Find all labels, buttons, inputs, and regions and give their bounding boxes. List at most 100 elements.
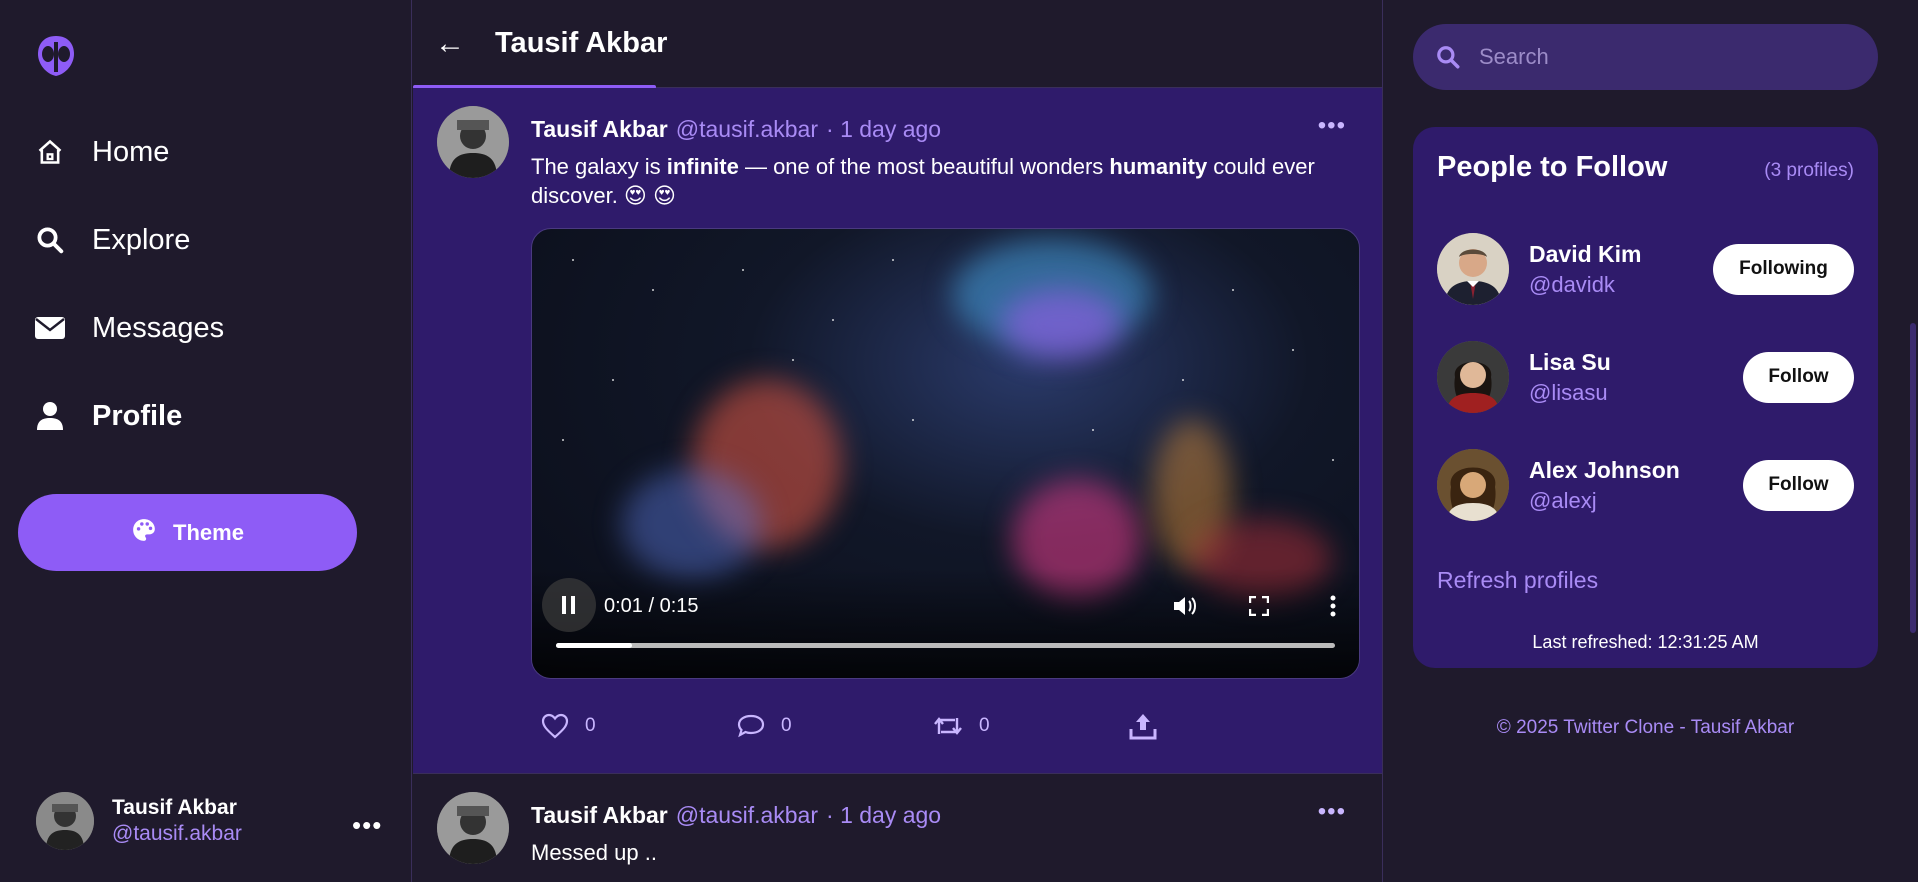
avatar[interactable] (1437, 233, 1509, 305)
star (562, 439, 564, 441)
post[interactable]: ••• Tausif Akbar @tausif.akbar · 1 day a… (413, 88, 1382, 774)
post-header: Tausif Akbar @tausif.akbar · 1 day ago (531, 792, 1358, 832)
comment-icon (737, 714, 765, 738)
star (742, 269, 744, 271)
avatar[interactable] (1437, 341, 1509, 413)
post-author-handle[interactable]: @tausif.akbar (676, 802, 818, 829)
post-text-bold: humanity (1109, 154, 1208, 179)
nebula-cloud (1002, 289, 1122, 359)
post-actions: 0 0 0 (541, 679, 1358, 773)
share-icon (1129, 714, 1157, 740)
star (612, 379, 614, 381)
comment-button[interactable]: 0 (737, 713, 933, 739)
envelope-icon (34, 312, 66, 344)
search-icon (1437, 46, 1460, 69)
avatar[interactable] (437, 792, 509, 864)
follow-button[interactable]: Follow (1743, 351, 1854, 403)
following-button[interactable]: Following (1713, 243, 1854, 295)
nav-explore[interactable]: Explore (34, 218, 190, 262)
pause-icon (562, 596, 575, 614)
volume-icon[interactable] (1171, 592, 1199, 620)
retweet-count: 0 (979, 715, 990, 736)
person-handle[interactable]: @lisasu (1529, 380, 1743, 406)
video-progress-fill (556, 643, 632, 648)
nav-explore-label: Explore (92, 223, 191, 256)
person-name[interactable]: David Kim (1529, 241, 1713, 268)
home-icon (34, 136, 66, 168)
search-icon (34, 224, 66, 256)
card-title: People to Follow (1437, 151, 1668, 183)
last-refreshed-text: Last refreshed: 12:31:25 AM (1532, 632, 1759, 652)
profile-header: ← Tausif Akbar (413, 0, 1382, 89)
heart-icon (541, 713, 569, 739)
post-author-name[interactable]: Tausif Akbar (531, 802, 668, 829)
scrollbar[interactable] (1910, 323, 1916, 633)
post-author-handle[interactable]: @tausif.akbar (676, 116, 818, 143)
current-user-handle: @tausif.akbar (112, 822, 242, 845)
person-handle[interactable]: @davidk (1529, 272, 1713, 298)
current-user-name: Tausif Akbar (112, 796, 237, 819)
retweet-button[interactable]: 0 (933, 714, 1129, 738)
person-name[interactable]: Alex Johnson (1529, 457, 1743, 484)
nav-home[interactable]: Home (34, 130, 169, 174)
refresh-profiles-link[interactable]: Refresh profiles (1437, 567, 1598, 594)
star (1182, 379, 1184, 381)
people-to-follow-card: People to Follow (3 profiles) David Kim … (1413, 127, 1878, 668)
back-arrow-icon[interactable]: ← (435, 27, 465, 61)
star (832, 319, 834, 321)
avatar[interactable] (1437, 449, 1509, 521)
profile-count: (3 profiles) (1764, 160, 1854, 181)
post[interactable]: ••• Tausif Akbar @tausif.akbar · 1 day a… (413, 774, 1382, 882)
star (572, 259, 574, 261)
star (912, 419, 914, 421)
post-header: Tausif Akbar @tausif.akbar · 1 day ago (531, 106, 1358, 146)
person-row[interactable]: Lisa Su @lisasu Follow (1437, 341, 1854, 413)
person-handle[interactable]: @alexj (1529, 488, 1743, 514)
left-sidebar: Home Explore Messages Profile Theme Taus… (0, 0, 412, 882)
post-text-bold: infinite (666, 154, 739, 179)
person-row[interactable]: Alex Johnson @alexj Follow (1437, 449, 1854, 521)
post-timestamp: · 1 day ago (826, 116, 942, 142)
fullscreen-icon[interactable] (1245, 592, 1273, 620)
post-text-part: — one of the most beautiful wonders (738, 154, 1110, 179)
star (1232, 289, 1234, 291)
share-button[interactable] (1129, 712, 1325, 740)
more-icon[interactable]: ••• (1318, 112, 1346, 140)
pause-button[interactable] (542, 578, 596, 632)
person-name[interactable]: Lisa Su (1529, 349, 1743, 376)
more-options-icon[interactable]: ••• (352, 810, 382, 841)
nav-profile[interactable]: Profile (34, 394, 182, 438)
avatar[interactable] (437, 106, 509, 178)
nav-home-label: Home (92, 135, 170, 168)
theme-button[interactable]: Theme (18, 494, 357, 571)
nav-messages-label: Messages (92, 311, 225, 344)
search-bar[interactable] (1413, 24, 1878, 90)
page-title: Tausif Akbar (495, 27, 668, 59)
alien-logo-icon[interactable] (36, 34, 76, 78)
like-button[interactable]: 0 (541, 713, 737, 739)
star (792, 359, 794, 361)
nav-messages[interactable]: Messages (34, 306, 224, 350)
star (892, 259, 894, 261)
follow-button[interactable]: Follow (1743, 459, 1854, 511)
video-progress-bar[interactable] (556, 643, 1335, 648)
current-user[interactable]: Tausif Akbar @tausif.akbar (36, 792, 242, 850)
post-timestamp: · 1 day ago (826, 802, 942, 828)
search-input[interactable] (1479, 44, 1859, 70)
theme-label: Theme (173, 519, 244, 545)
video-time: 0:01 / 0:15 (604, 595, 699, 617)
kebab-menu-icon[interactable] (1319, 592, 1347, 620)
nav-profile-label: Profile (92, 399, 183, 432)
star (1292, 349, 1294, 351)
person-row[interactable]: David Kim @davidk Following (1437, 233, 1854, 305)
palette-icon (131, 517, 157, 549)
star (1332, 459, 1334, 461)
footer-text: © 2025 Twitter Clone - Tausif Akbar (1496, 717, 1795, 738)
avatar (36, 792, 94, 850)
retweet-icon (934, 717, 962, 735)
video-player[interactable]: 0:01 / 0:15 (531, 228, 1360, 679)
more-icon[interactable]: ••• (1318, 798, 1346, 826)
post-author-name[interactable]: Tausif Akbar (531, 116, 668, 143)
main-feed: ← Tausif Akbar ••• Tausif Akbar @tausif.… (413, 0, 1383, 882)
post-text-part: The galaxy is (531, 154, 667, 179)
